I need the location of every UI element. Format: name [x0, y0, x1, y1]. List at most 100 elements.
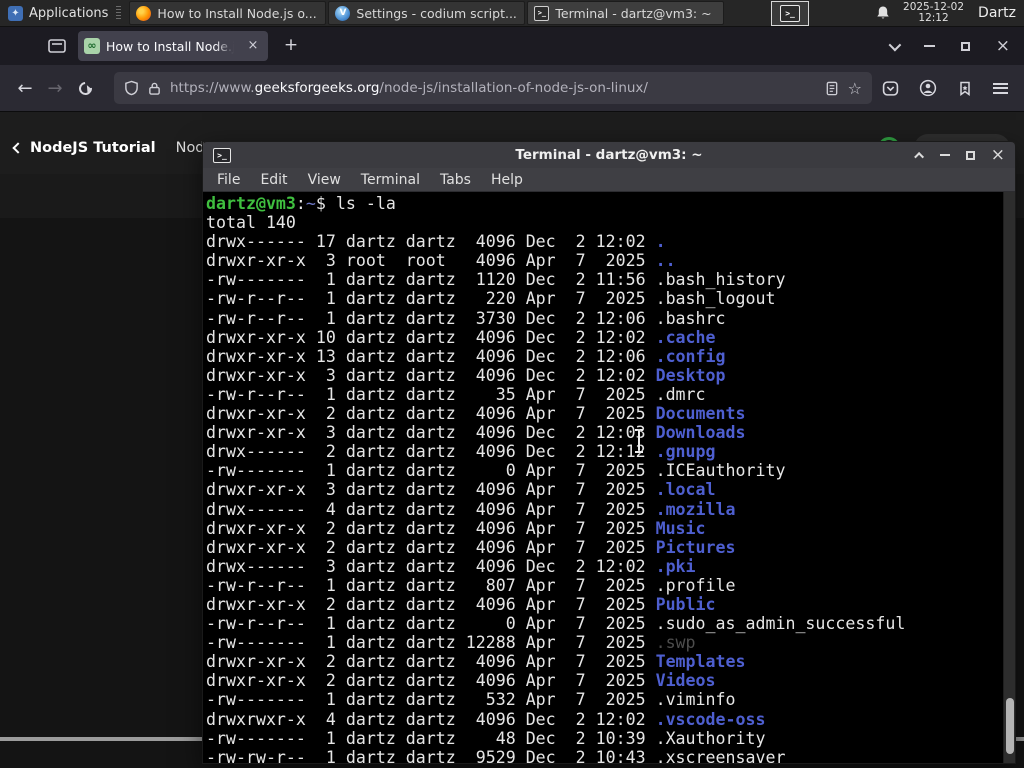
file-meta: drwxr-xr-x 3 dartz dartz 4096 Apr 7 2025 [206, 480, 656, 500]
forward-button[interactable]: → [40, 73, 70, 103]
terminal-minimize-button[interactable] [939, 154, 950, 156]
terminal-listing-row: drwx------ 3 dartz dartz 4096 Dec 2 12:0… [206, 557, 1015, 576]
file-name: .xscreensaver [655, 747, 786, 763]
file-name: Desktop [655, 365, 726, 385]
file-name: .Xauthority [655, 728, 766, 748]
terminal-listing-row: -rw-r--r-- 1 dartz dartz 0 Apr 7 2025 .s… [206, 614, 1015, 633]
url-bar[interactable]: https://www.geeksforgeeks.org/node-js/in… [114, 72, 872, 104]
terminal-scrollbar[interactable] [1003, 192, 1015, 763]
file-name: .viminfo [655, 690, 736, 710]
window-button-title: Terminal - dartz@vm3: ~ [555, 5, 712, 21]
file-name: .sudo_as_admin_successful [655, 614, 906, 634]
file-name: .dmrc [655, 384, 706, 404]
file-meta: drwxr-xr-x 2 dartz dartz 4096 Apr 7 2025 [206, 652, 656, 672]
file-name: .local [655, 480, 716, 500]
terminal-menu-file[interactable]: File [207, 172, 250, 188]
file-name: Templates [655, 652, 746, 672]
url-text[interactable]: https://www.geeksforgeeks.org/node-js/in… [170, 80, 816, 96]
nav-scroll-left-icon[interactable] [12, 142, 24, 154]
file-meta: drwxr-xr-x 2 dartz dartz 4096 Apr 7 2025 [206, 518, 656, 538]
extension-icon[interactable] [957, 80, 973, 97]
lock-icon[interactable] [148, 81, 161, 96]
terminal-listing-row: drwx------ 17 dartz dartz 4096 Dec 2 12:… [206, 232, 1015, 251]
terminal-listing-row: drwxrwxr-x 4 dartz dartz 4096 Dec 2 12:0… [206, 710, 1015, 729]
file-name: .ICEauthority [655, 461, 786, 481]
panel-window-button-terminal[interactable]: Terminal - dartz@vm3: ~ [527, 1, 725, 25]
terminal-prompt-line: dartz@vm3:~$ ls -la [206, 194, 396, 213]
file-meta: drwxr-xr-x 13 dartz dartz 4096 Dec 2 12:… [206, 346, 656, 366]
terminal-shade-button[interactable] [913, 151, 924, 162]
terminal-listing-row: drwxr-xr-x 2 dartz dartz 4096 Apr 7 2025… [206, 519, 1015, 538]
new-tab-button[interactable] [278, 33, 304, 59]
pocket-save-icon[interactable] [882, 80, 899, 97]
file-name: .config [655, 346, 726, 366]
reload-button[interactable] [70, 73, 100, 103]
geeksforgeeks-favicon [84, 38, 100, 54]
file-name: .pki [655, 556, 696, 576]
browser-tab[interactable]: How to Install Node.js on [78, 31, 268, 61]
file-name: Pictures [655, 537, 736, 557]
firefox-view-icon[interactable] [44, 33, 70, 59]
terminal-scrollbar-thumb[interactable] [1006, 698, 1014, 754]
terminal-titlebar[interactable]: Terminal - dartz@vm3: ~ [203, 142, 1015, 168]
list-all-tabs-icon[interactable] [888, 38, 902, 51]
terminal-menu-tabs[interactable]: Tabs [430, 172, 481, 188]
terminal-menu-terminal[interactable]: Terminal [351, 172, 430, 188]
terminal-output[interactable]: dartz@vm3:~$ ls -la total 140 drwx------… [203, 192, 1015, 763]
reader-mode-icon[interactable] [825, 81, 839, 96]
terminal-menu-view[interactable]: View [298, 172, 351, 188]
terminal-listing: drwx------ 17 dartz dartz 4096 Dec 2 12:… [206, 232, 1015, 763]
file-name: Documents [655, 404, 746, 424]
browser-maximize-button[interactable] [960, 41, 970, 51]
window-button-title: Settings - codium script... [356, 5, 517, 21]
terminal-close-button[interactable] [991, 150, 1005, 160]
terminal-listing-row: drwxr-xr-x 3 dartz dartz 4096 Apr 7 2025… [206, 480, 1015, 499]
terminal-listing-row: -rw------- 1 dartz dartz 1120 Dec 2 11:5… [206, 270, 1015, 289]
terminal-listing-row: drwxr-xr-x 2 dartz dartz 4096 Apr 7 2025… [206, 671, 1015, 690]
terminal-tray-icon [780, 4, 801, 22]
file-meta: drwx------ 3 dartz dartz 4096 Dec 2 12:0… [206, 556, 656, 576]
desktop-panel: Applications How to Install Node.js o...… [0, 0, 1024, 27]
file-meta: -rw------- 1 dartz dartz 12288 Apr 7 202… [206, 633, 656, 653]
terminal-maximize-button[interactable] [965, 150, 975, 160]
applications-menu-button[interactable]: Applications [0, 0, 127, 26]
tabbar-controls [888, 38, 1024, 51]
terminal-menu-edit[interactable]: Edit [250, 172, 297, 188]
terminal-listing-row: -rw-r--r-- 1 dartz dartz 3730 Dec 2 12:0… [206, 309, 1015, 328]
terminal-listing-row: drwxr-xr-x 2 dartz dartz 4096 Apr 7 2025… [206, 404, 1015, 423]
terminal-listing-row: -rw------- 1 dartz dartz 0 Apr 7 2025 .I… [206, 461, 1015, 480]
bookmark-star-icon[interactable] [848, 79, 862, 98]
file-name: .bashrc [655, 308, 726, 328]
terminal-listing-row: drwxr-xr-x 2 dartz dartz 4096 Apr 7 2025… [206, 538, 1015, 557]
tray-terminal-indicator[interactable] [771, 0, 810, 26]
account-icon[interactable] [919, 79, 937, 97]
terminal-listing-row: drwxr-xr-x 2 dartz dartz 4096 Apr 7 2025… [206, 595, 1015, 614]
file-name: .cache [655, 327, 716, 347]
terminal-title: Terminal - dartz@vm3: ~ [515, 147, 703, 163]
file-name: Public [655, 594, 716, 614]
terminal-listing-row: drwxr-xr-x 10 dartz dartz 4096 Dec 2 12:… [206, 328, 1015, 347]
file-name: .. [655, 251, 676, 271]
browser-minimize-button[interactable] [923, 45, 935, 47]
file-meta: drwxr-xr-x 2 dartz dartz 4096 Apr 7 2025 [206, 594, 656, 614]
menu-hamburger-icon[interactable] [993, 82, 1008, 94]
terminal-window: Terminal - dartz@vm3: ~ FileEditViewTerm… [202, 141, 1016, 764]
tracking-shield-icon[interactable] [124, 80, 139, 96]
panel-window-button-firefox[interactable]: How to Install Node.js o... [129, 1, 327, 25]
file-meta: -rw-rw-r-- 1 dartz dartz 9529 Dec 2 10:4… [206, 747, 656, 763]
notification-bell-icon[interactable] [875, 5, 891, 21]
file-meta: drwxr-xr-x 2 dartz dartz 4096 Apr 7 2025 [206, 537, 656, 557]
panel-window-button-vscodium[interactable]: Settings - codium script... [328, 1, 526, 25]
panel-user-label[interactable]: Dartz [978, 5, 1016, 21]
terminal-menu-help[interactable]: Help [481, 172, 533, 188]
panel-clock[interactable]: 2025-12-02 12:12 [903, 1, 964, 25]
browser-close-button[interactable] [996, 41, 1010, 51]
tab-close-icon[interactable] [244, 37, 262, 55]
terminal-listing-row: drwxr-xr-x 13 dartz dartz 4096 Dec 2 12:… [206, 347, 1015, 366]
file-meta: drwxr-xr-x 3 dartz dartz 4096 Dec 2 12:0… [206, 365, 656, 385]
window-button-title: How to Install Node.js o... [157, 5, 317, 21]
panel-separator-grip [116, 5, 122, 21]
sitenav-item-tutorial[interactable]: NodeJS Tutorial [30, 140, 156, 156]
back-button[interactable]: ← [10, 73, 40, 103]
file-meta: -rw-r--r-- 1 dartz dartz 220 Apr 7 2025 [206, 289, 656, 309]
